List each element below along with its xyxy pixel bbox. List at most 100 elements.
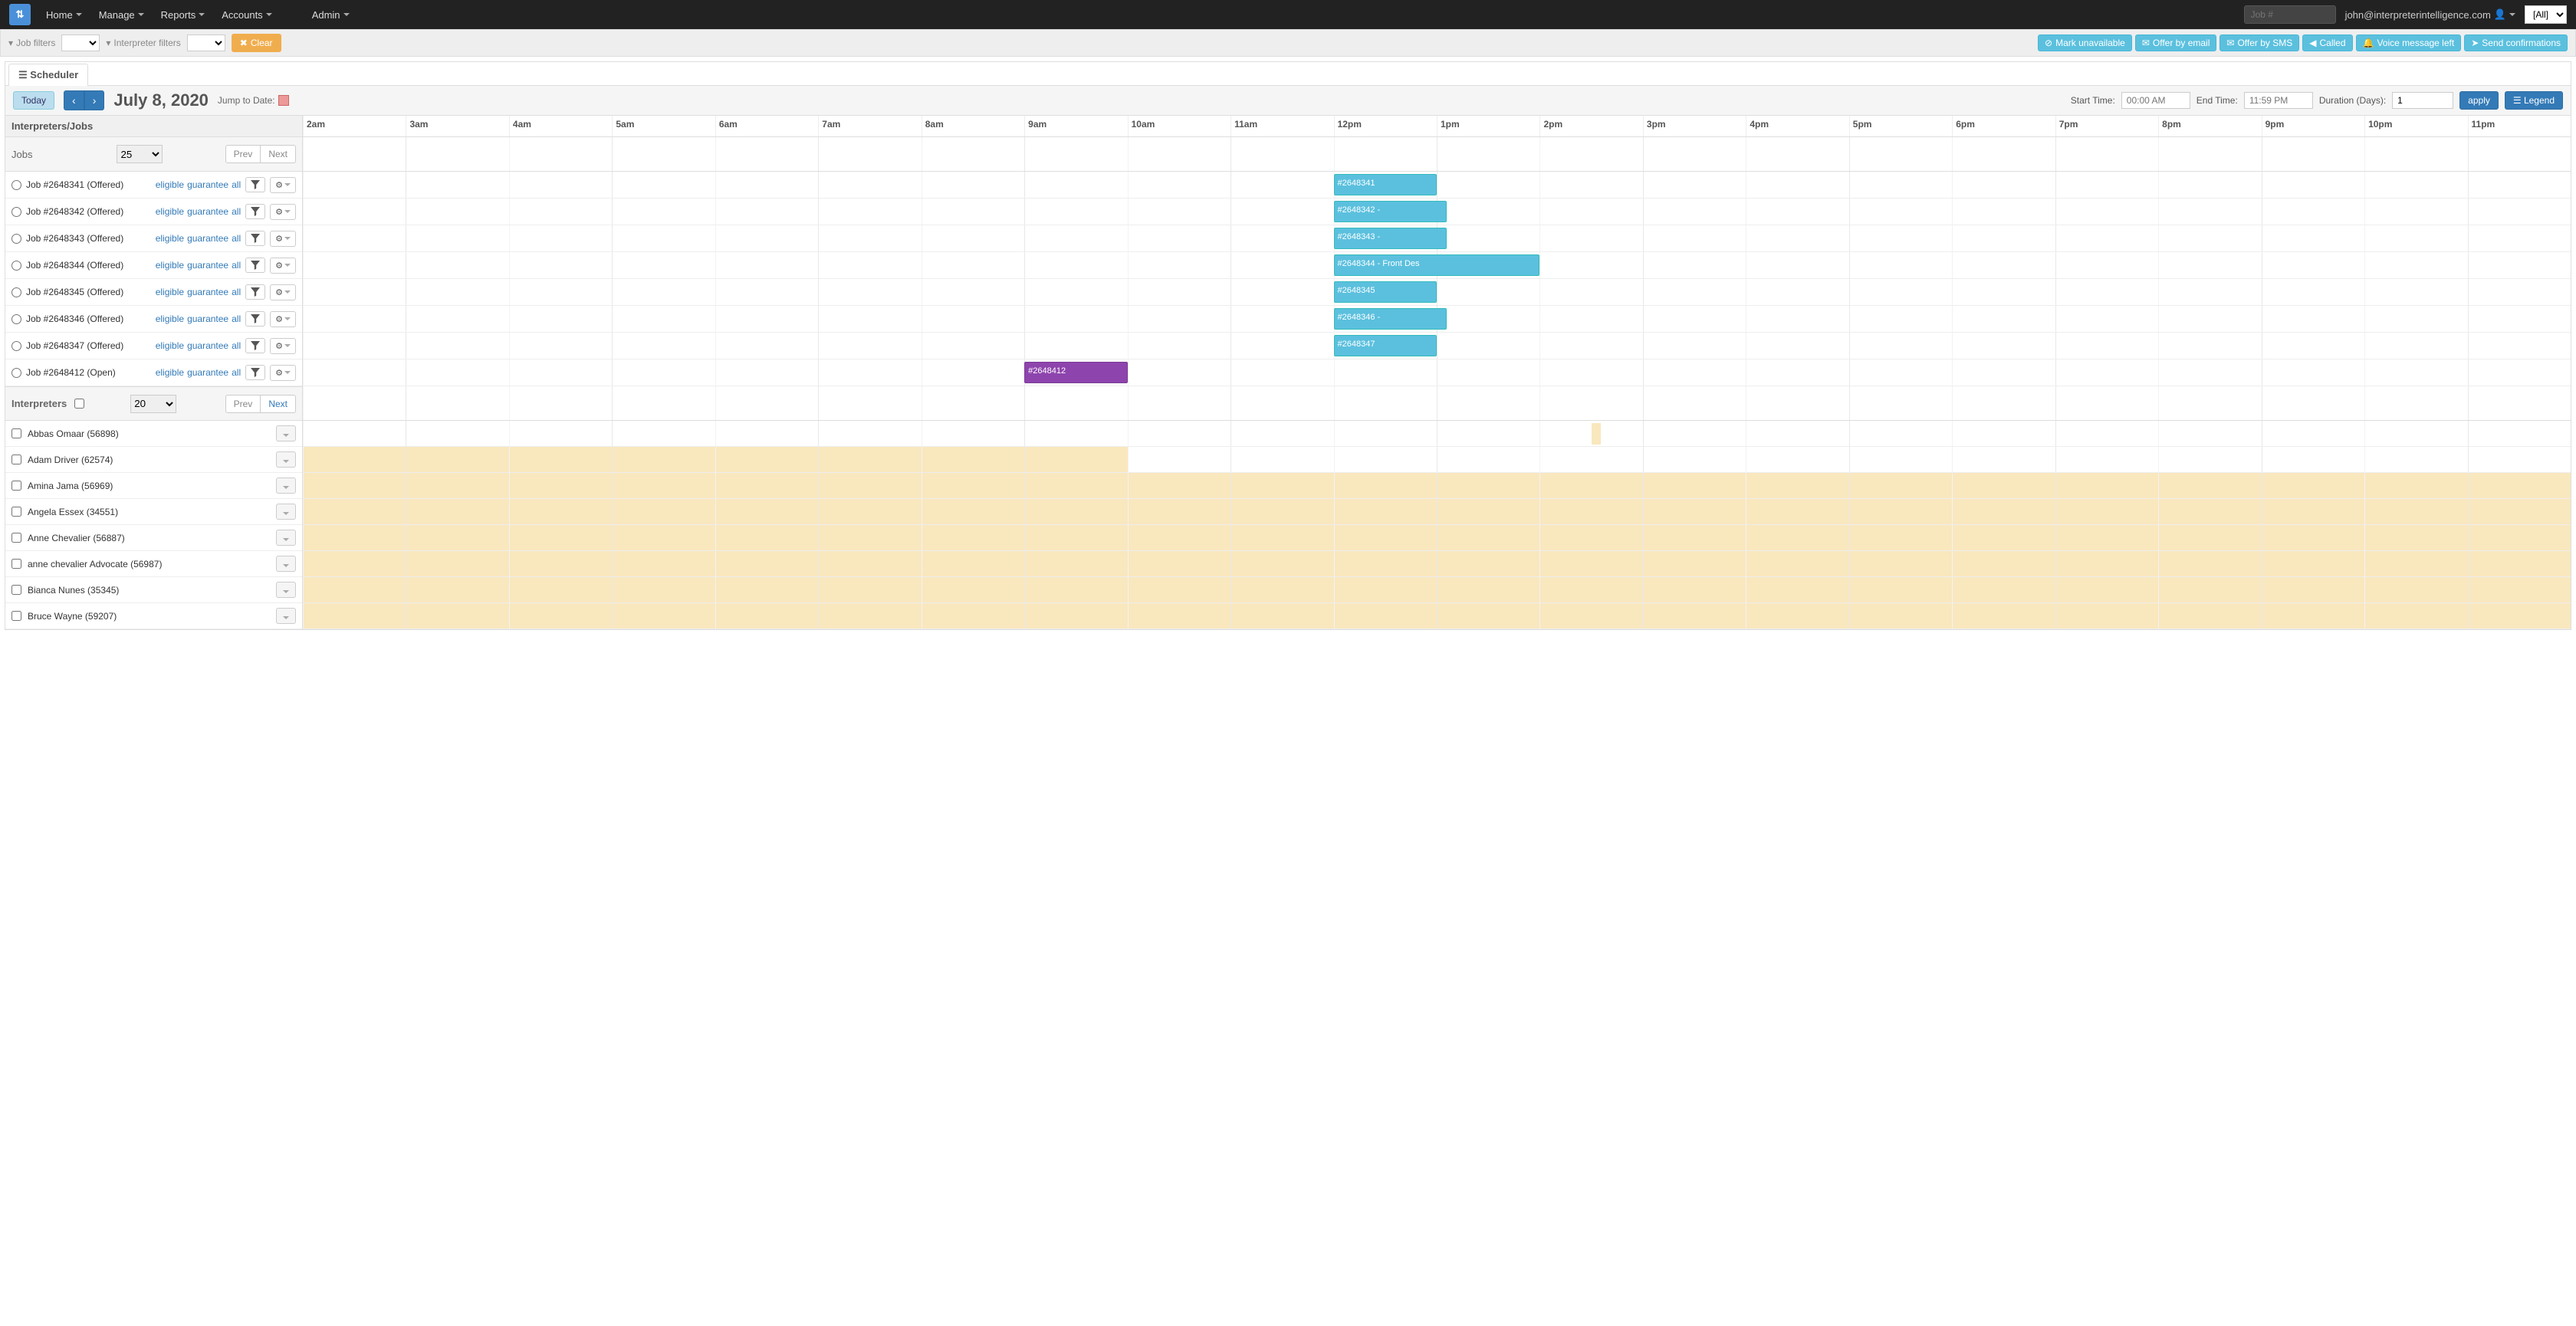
job-block[interactable]: #2648347 xyxy=(1334,335,1437,356)
interpreter-menu-button[interactable] xyxy=(276,451,296,468)
eligible-link[interactable]: eligible xyxy=(156,206,184,217)
tab-scheduler[interactable]: ☰ Scheduler xyxy=(8,64,88,86)
all-link[interactable]: all xyxy=(232,367,241,378)
job-radio[interactable] xyxy=(12,261,21,271)
legend-button[interactable]: ☰ Legend xyxy=(2505,91,2563,110)
interpreter-checkbox[interactable] xyxy=(12,559,21,569)
settings-button[interactable]: ⚙ xyxy=(270,284,296,300)
settings-button[interactable]: ⚙ xyxy=(270,338,296,354)
job-radio[interactable] xyxy=(12,207,21,217)
next-day-button[interactable]: › xyxy=(84,90,105,110)
guarantee-link[interactable]: guarantee xyxy=(187,233,228,244)
interpreter-menu-button[interactable] xyxy=(276,582,296,598)
all-link[interactable]: all xyxy=(232,340,241,351)
guarantee-link[interactable]: guarantee xyxy=(187,179,228,190)
filter-button[interactable] xyxy=(245,284,265,300)
interpreter-checkbox[interactable] xyxy=(12,455,21,464)
interpreter-menu-button[interactable] xyxy=(276,425,296,441)
guarantee-link[interactable]: guarantee xyxy=(187,367,228,378)
jobs-page-size[interactable]: 25 xyxy=(117,145,163,163)
job-search-input[interactable] xyxy=(2244,5,2336,24)
interpreter-checkbox[interactable] xyxy=(12,533,21,543)
interpreter-filters-select[interactable] xyxy=(187,34,225,51)
apply-button[interactable]: apply xyxy=(2459,91,2499,110)
guarantee-link[interactable]: guarantee xyxy=(187,287,228,297)
eligible-link[interactable]: eligible xyxy=(156,287,184,297)
nav-manage[interactable]: Manage xyxy=(99,9,144,21)
action-mark-unavailable[interactable]: ⊘ Mark unavailable xyxy=(2038,34,2132,51)
start-time-input[interactable] xyxy=(2121,92,2190,109)
all-link[interactable]: all xyxy=(232,313,241,324)
interpreter-checkbox[interactable] xyxy=(12,428,21,438)
action-voice-message-left[interactable]: 🔔 Voice message left xyxy=(2356,34,2462,51)
job-block[interactable]: #2648343 - xyxy=(1334,228,1447,249)
eligible-link[interactable]: eligible xyxy=(156,367,184,378)
job-block[interactable]: #2648345 xyxy=(1334,281,1437,303)
prev-day-button[interactable]: ‹ xyxy=(64,90,84,110)
job-radio[interactable] xyxy=(12,341,21,351)
jump-to-date[interactable]: Jump to Date: xyxy=(218,95,289,106)
interpreter-menu-button[interactable] xyxy=(276,478,296,494)
action-send-confirmations[interactable]: ➤ Send confirmations xyxy=(2464,34,2568,51)
settings-button[interactable]: ⚙ xyxy=(270,311,296,327)
action-called[interactable]: ◀ Called xyxy=(2302,34,2352,51)
all-select[interactable]: [All] xyxy=(2525,5,2567,24)
all-link[interactable]: all xyxy=(232,233,241,244)
end-time-input[interactable] xyxy=(2244,92,2313,109)
job-block[interactable]: #2648342 - xyxy=(1334,201,1447,222)
all-link[interactable]: all xyxy=(232,260,241,271)
action-offer-by-email[interactable]: ✉ Offer by email xyxy=(2135,34,2217,51)
filter-button[interactable] xyxy=(245,365,265,380)
interpreter-checkbox[interactable] xyxy=(12,481,21,491)
clear-button[interactable]: ✖Clear xyxy=(232,34,281,52)
nav-reports[interactable]: Reports xyxy=(161,9,205,21)
filter-button[interactable] xyxy=(245,231,265,246)
interpreter-checkbox[interactable] xyxy=(12,585,21,595)
interpreter-checkbox[interactable] xyxy=(12,507,21,517)
job-block[interactable]: #2648341 xyxy=(1334,174,1437,195)
interpreter-menu-button[interactable] xyxy=(276,556,296,572)
nav-admin[interactable]: Admin xyxy=(312,9,350,21)
today-button[interactable]: Today xyxy=(13,91,54,110)
duration-input[interactable] xyxy=(2392,92,2453,109)
job-radio[interactable] xyxy=(12,368,21,378)
guarantee-link[interactable]: guarantee xyxy=(187,313,228,324)
interpreters-page-size[interactable]: 20 xyxy=(130,395,176,413)
job-radio[interactable] xyxy=(12,287,21,297)
all-link[interactable]: all xyxy=(232,179,241,190)
availability-block[interactable] xyxy=(1592,423,1601,445)
interpreter-menu-button[interactable] xyxy=(276,608,296,624)
eligible-link[interactable]: eligible xyxy=(156,233,184,244)
eligible-link[interactable]: eligible xyxy=(156,340,184,351)
nav-home[interactable]: Home xyxy=(46,9,82,21)
filter-button[interactable] xyxy=(245,258,265,273)
filter-button[interactable] xyxy=(245,177,265,192)
job-radio[interactable] xyxy=(12,234,21,244)
job-radio[interactable] xyxy=(12,180,21,190)
job-radio[interactable] xyxy=(12,314,21,324)
eligible-link[interactable]: eligible xyxy=(156,179,184,190)
filter-button[interactable] xyxy=(245,338,265,353)
job-block[interactable]: #2648346 - xyxy=(1334,308,1447,330)
interpreter-checkbox[interactable] xyxy=(12,611,21,621)
interpreters-prev-button[interactable]: Prev xyxy=(225,395,261,413)
eligible-link[interactable]: eligible xyxy=(156,260,184,271)
guarantee-link[interactable]: guarantee xyxy=(187,206,228,217)
action-offer-by-sms[interactable]: ✉ Offer by SMS xyxy=(2220,34,2299,51)
job-block[interactable]: #2648344 - Front Des xyxy=(1334,254,1540,276)
settings-button[interactable]: ⚙ xyxy=(270,177,296,193)
settings-button[interactable]: ⚙ xyxy=(270,365,296,381)
job-block[interactable]: #2648412 xyxy=(1024,362,1127,383)
all-link[interactable]: all xyxy=(232,287,241,297)
filter-button[interactable] xyxy=(245,204,265,219)
nav-accounts[interactable]: Accounts xyxy=(222,9,271,21)
interpreters-next-button[interactable]: Next xyxy=(261,395,296,413)
user-menu[interactable]: john@interpreterintelligence.com 👤 xyxy=(2345,8,2515,21)
jobs-next-button[interactable]: Next xyxy=(261,145,296,163)
interpreters-select-all[interactable] xyxy=(74,399,84,409)
guarantee-link[interactable]: guarantee xyxy=(187,340,228,351)
all-link[interactable]: all xyxy=(232,206,241,217)
eligible-link[interactable]: eligible xyxy=(156,313,184,324)
guarantee-link[interactable]: guarantee xyxy=(187,260,228,271)
jobs-prev-button[interactable]: Prev xyxy=(225,145,261,163)
